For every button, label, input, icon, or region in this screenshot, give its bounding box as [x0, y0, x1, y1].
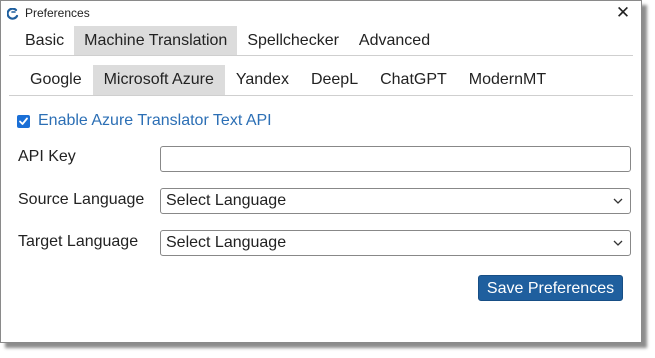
chevron-down-icon: [613, 198, 623, 204]
target-language-value: Select Language: [166, 234, 287, 251]
tab-google[interactable]: Google: [19, 65, 93, 95]
tab-spellchecker[interactable]: Spellchecker: [237, 26, 349, 55]
tab-chatgpt[interactable]: ChatGPT: [369, 65, 458, 95]
window-title: Preferences: [25, 6, 90, 20]
enable-azure-row: Enable Azure Translator Text API: [17, 111, 272, 131]
tab-microsoft-azure[interactable]: Microsoft Azure: [92, 65, 225, 95]
target-language-label: Target Language: [18, 233, 139, 250]
source-language-value: Select Language: [166, 192, 287, 209]
source-language-label: Source Language: [18, 191, 145, 208]
tab-deepl[interactable]: DeepL: [300, 65, 369, 95]
tab-machine-translation[interactable]: Machine Translation: [74, 26, 238, 55]
save-preferences-button[interactable]: Save Preferences: [478, 275, 623, 301]
target-language-select[interactable]: Select Language: [160, 230, 631, 256]
tab-basic[interactable]: Basic: [15, 26, 74, 55]
subtab-divider: [9, 95, 633, 96]
source-language-select[interactable]: Select Language: [160, 188, 631, 214]
chevron-down-icon: [613, 240, 623, 246]
tab-modernmt[interactable]: ModernMT: [458, 65, 557, 95]
title-bar: Preferences ✕: [1, 1, 641, 25]
close-icon[interactable]: ✕: [613, 3, 633, 23]
tab-divider: [9, 55, 633, 56]
tab-yandex[interactable]: Yandex: [225, 65, 300, 95]
primary-tab-bar: Basic Machine Translation Spellchecker A…: [15, 26, 440, 55]
enable-azure-label[interactable]: Enable Azure Translator Text API: [38, 112, 272, 130]
secondary-tab-bar: Google Microsoft Azure Yandex DeepL Chat…: [19, 65, 557, 95]
enable-azure-checkbox[interactable]: [17, 114, 30, 128]
api-key-input[interactable]: [160, 146, 631, 172]
api-key-label: API Key: [18, 148, 76, 165]
checkmark-icon: [19, 117, 28, 125]
app-logo-icon: [6, 7, 19, 20]
tab-advanced[interactable]: Advanced: [349, 26, 440, 55]
preferences-window: Preferences ✕ Basic Machine Translation …: [0, 0, 642, 343]
